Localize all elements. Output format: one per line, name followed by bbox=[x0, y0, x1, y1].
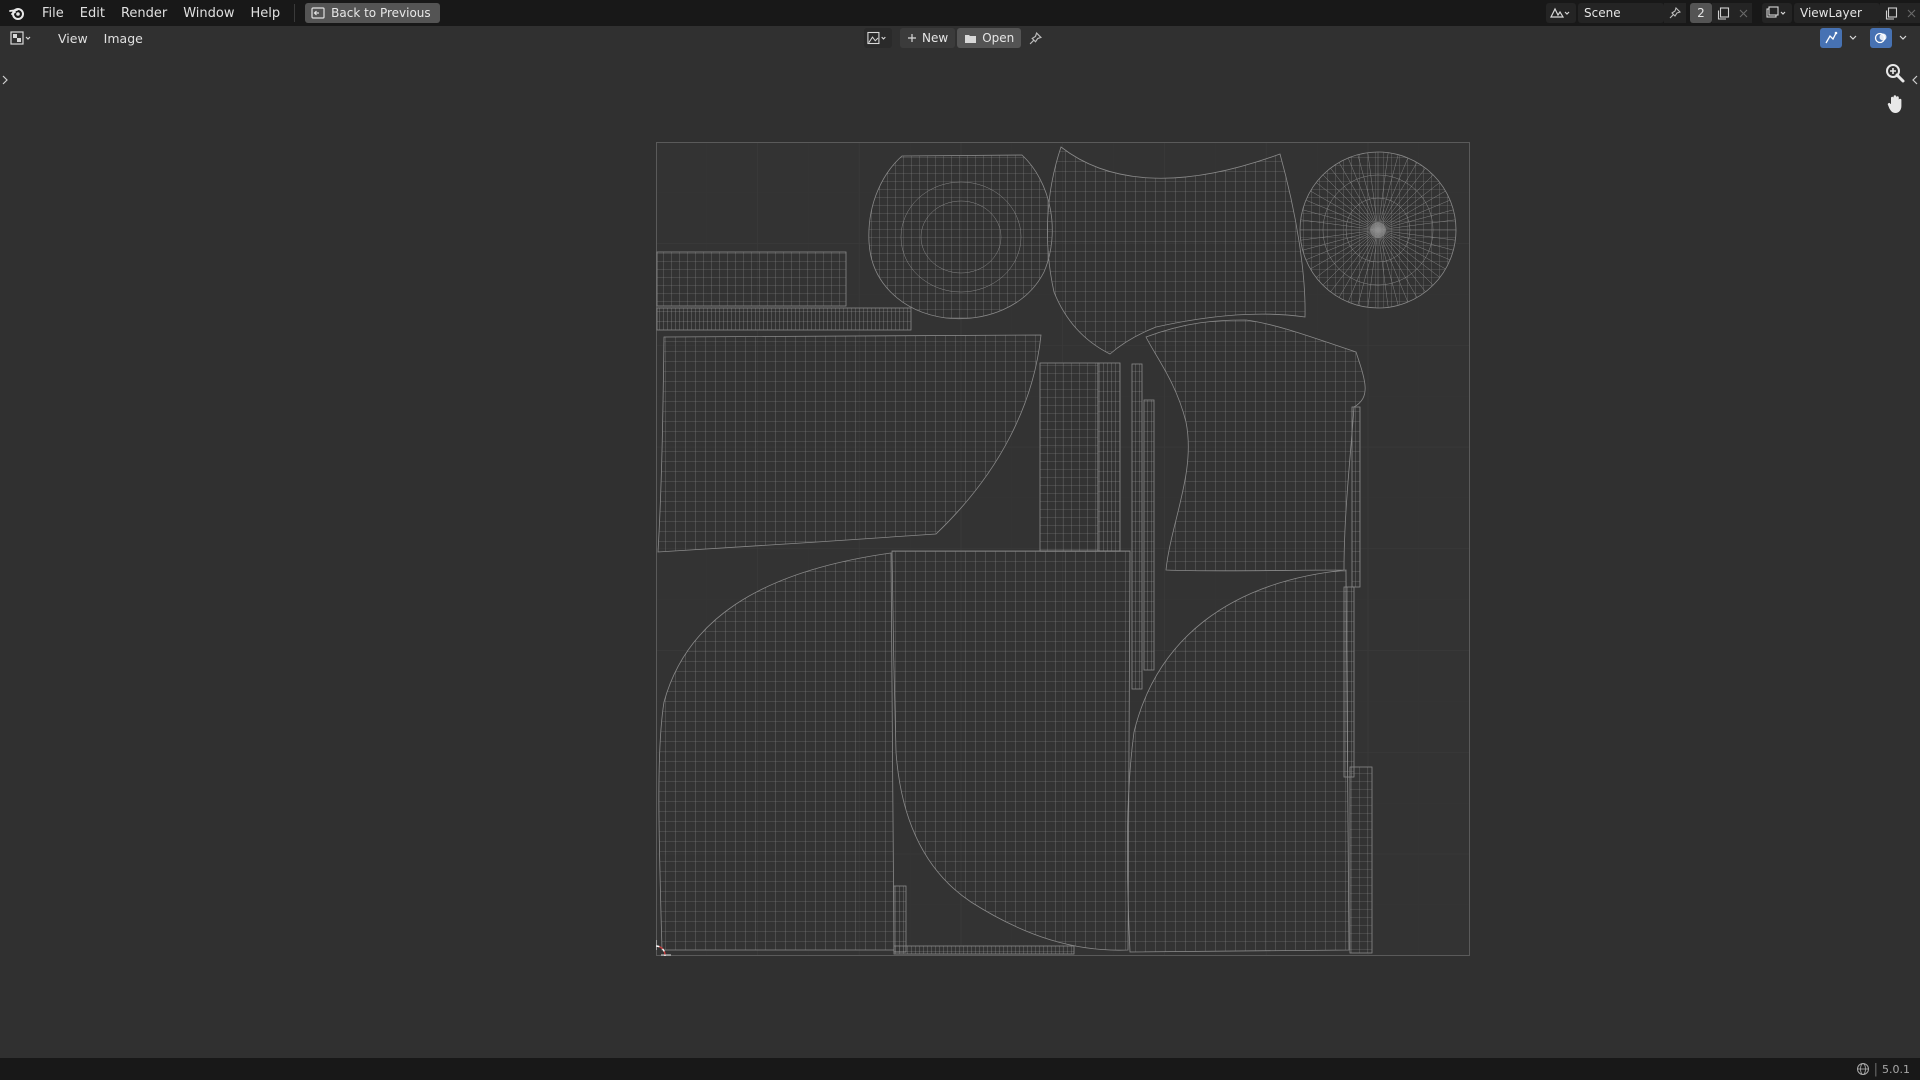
uv-island bbox=[1039, 362, 1099, 552]
status-divider: | bbox=[1873, 1061, 1878, 1077]
menu-file[interactable]: File bbox=[34, 6, 72, 21]
uv-island bbox=[1343, 586, 1355, 778]
uv-island bbox=[1097, 362, 1121, 552]
folder-icon bbox=[965, 34, 977, 43]
image-editor-header: View Image New Open bbox=[0, 26, 1920, 50]
view-layer-icon bbox=[1766, 6, 1786, 18]
uv-sync-icon bbox=[1825, 31, 1838, 44]
view-layer-name: ViewLayer bbox=[1800, 6, 1862, 20]
back-to-previous-label: Back to Previous bbox=[331, 6, 431, 20]
menu-image[interactable]: Image bbox=[96, 31, 151, 46]
menu-help[interactable]: Help bbox=[243, 6, 289, 21]
plus-icon bbox=[908, 34, 916, 42]
toolbar-expand-arrow[interactable] bbox=[1, 74, 9, 86]
new-image-label: New bbox=[922, 31, 949, 45]
sidebar-expand-arrow[interactable] bbox=[1911, 74, 1919, 86]
menu-window[interactable]: Window bbox=[175, 6, 242, 21]
uv-sync-toggle[interactable] bbox=[1820, 28, 1842, 48]
view-layer-browse-button[interactable] bbox=[1762, 3, 1792, 23]
image-datablock-controls: New Open bbox=[864, 28, 1048, 48]
copy-icon bbox=[1717, 6, 1729, 20]
uv-sync-dropdown[interactable] bbox=[1846, 28, 1860, 48]
zoom-icon[interactable] bbox=[1884, 62, 1906, 84]
uv-island bbox=[1349, 766, 1373, 954]
scene-name: Scene bbox=[1584, 6, 1621, 20]
new-image-button[interactable]: New bbox=[900, 28, 956, 48]
new-view-layer-button[interactable] bbox=[1880, 3, 1902, 23]
chevron-down-icon bbox=[1899, 35, 1907, 40]
copy-icon bbox=[1885, 6, 1897, 20]
image-browse-button[interactable] bbox=[864, 28, 892, 48]
scene-browse-button[interactable] bbox=[1546, 3, 1576, 23]
menu-edit[interactable]: Edit bbox=[72, 6, 113, 21]
view-layer-name-field[interactable]: ViewLayer bbox=[1794, 3, 1880, 23]
menu-render[interactable]: Render bbox=[113, 6, 175, 21]
uv-island bbox=[868, 154, 1053, 320]
scene-name-field[interactable]: Scene bbox=[1578, 3, 1664, 23]
uv-island bbox=[1351, 406, 1361, 588]
globe-icon bbox=[1856, 1063, 1869, 1075]
header-right-toggles bbox=[1820, 28, 1910, 48]
close-icon bbox=[1907, 9, 1915, 17]
back-icon bbox=[311, 7, 325, 19]
scene-users-count[interactable]: 2 bbox=[1690, 3, 1712, 23]
pin-icon bbox=[1029, 31, 1043, 44]
overlays-dropdown[interactable] bbox=[1896, 28, 1910, 48]
top-bar: File Edit Render Window Help Back to Pre… bbox=[0, 0, 1920, 26]
overlays-toggle[interactable] bbox=[1870, 28, 1892, 48]
status-bar: | 5.0.1 bbox=[0, 1058, 1920, 1080]
scene-icon bbox=[1550, 7, 1570, 18]
uv-island bbox=[893, 945, 1075, 955]
open-image-label: Open bbox=[982, 31, 1015, 45]
uv-island bbox=[656, 307, 912, 331]
editor-type-dropdown[interactable] bbox=[10, 31, 38, 45]
menu-view[interactable]: View bbox=[50, 31, 96, 46]
uv-island bbox=[1131, 363, 1143, 690]
close-icon bbox=[1739, 9, 1747, 17]
uv-island bbox=[656, 251, 847, 307]
new-scene-button[interactable] bbox=[1712, 3, 1734, 23]
pin-icon bbox=[1669, 7, 1681, 19]
menu-separator bbox=[294, 4, 296, 22]
uv-layout bbox=[656, 142, 1470, 956]
delete-view-layer-button[interactable] bbox=[1902, 3, 1920, 23]
workspace-selectors: Scene 2 ViewLayer bbox=[1546, 0, 1920, 26]
uv-radial-center bbox=[1370, 222, 1386, 238]
uv-island bbox=[893, 885, 907, 953]
back-to-previous-button[interactable]: Back to Previous bbox=[305, 3, 440, 23]
image-browse-icon bbox=[867, 31, 886, 45]
version-label: 5.0.1 bbox=[1882, 1062, 1910, 1076]
open-image-button[interactable]: Open bbox=[957, 28, 1022, 48]
image-editor-icon bbox=[10, 31, 31, 45]
blender-logo-icon[interactable] bbox=[0, 0, 34, 26]
delete-scene-button[interactable] bbox=[1734, 3, 1752, 23]
uv-island bbox=[1143, 399, 1155, 671]
pin-scene-button[interactable] bbox=[1664, 3, 1686, 23]
overlay-icon bbox=[1874, 32, 1887, 44]
pin-image-button[interactable] bbox=[1023, 28, 1048, 48]
hand-pan-icon[interactable] bbox=[1884, 93, 1906, 115]
chevron-down-icon bbox=[1849, 35, 1857, 40]
